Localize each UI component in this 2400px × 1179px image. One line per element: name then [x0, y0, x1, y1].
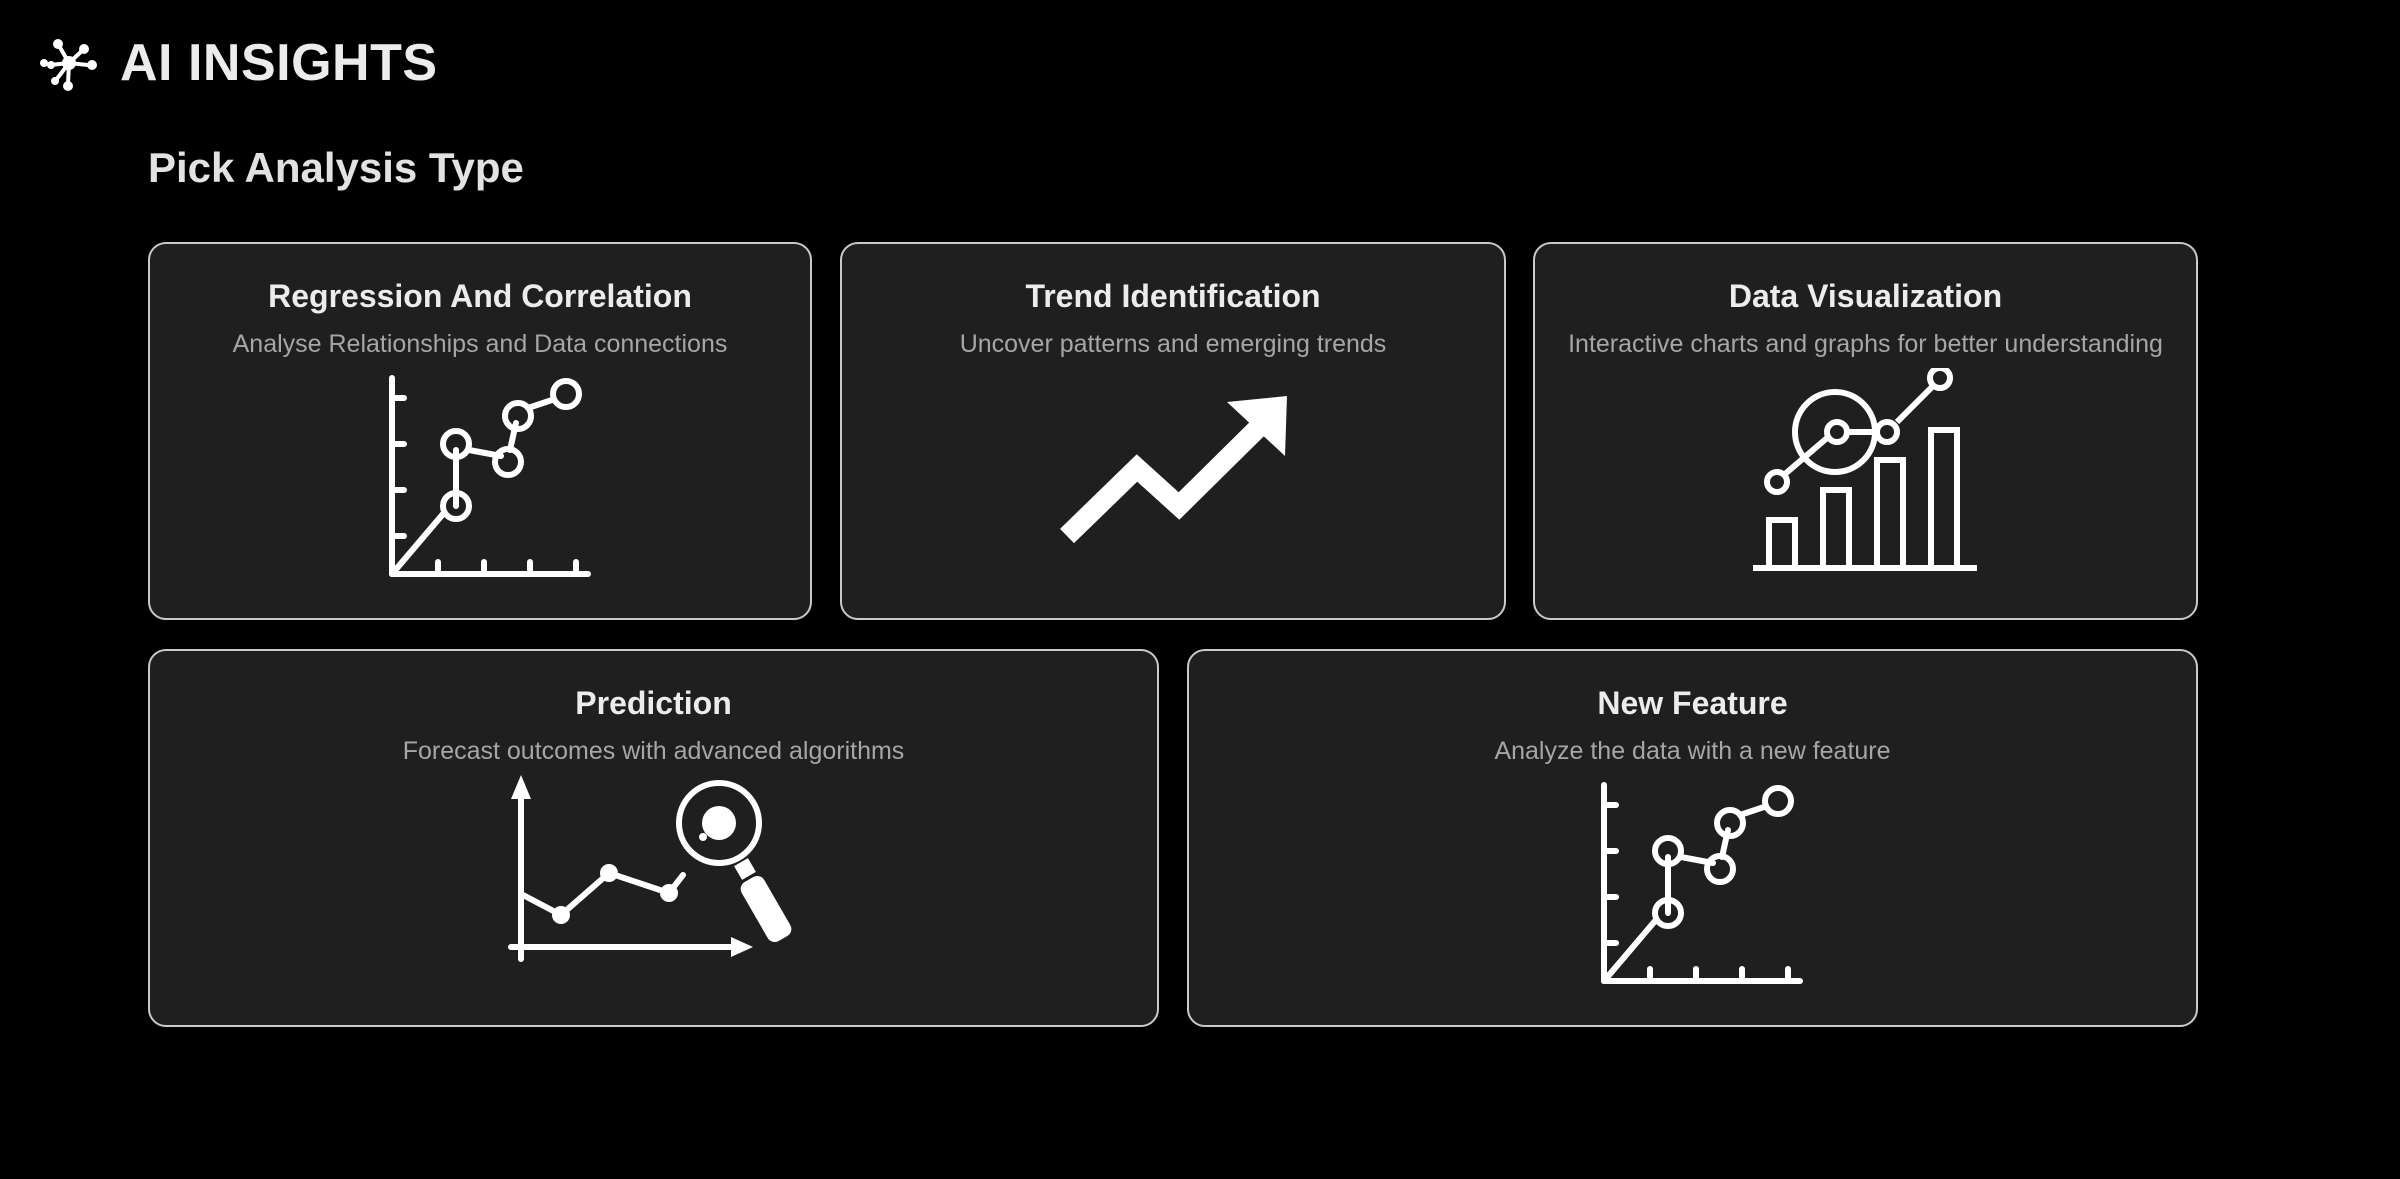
card-title: New Feature — [1597, 685, 1788, 721]
trend-identification-card[interactable]: Trend Identification Uncover patterns an… — [840, 242, 1506, 620]
card-description: Interactive charts and graphs for better… — [1568, 330, 2163, 358]
data-visualization-card[interactable]: Data Visualization Interactive charts an… — [1533, 242, 2198, 620]
new-feature-card[interactable]: New Feature Analyze the data with a new … — [1187, 649, 2198, 1027]
bar-chart-magnify-icon — [1753, 368, 1977, 571]
card-description: Forecast outcomes with advanced algorith… — [402, 737, 905, 765]
scatter-plot-icon — [389, 375, 591, 577]
trend-arrow-icon — [1060, 396, 1287, 544]
card-title: Data Visualization — [1728, 278, 2003, 314]
card-description: Analyze the data with a new feature — [1494, 737, 1891, 765]
card-description: Uncover patterns and emerging trends — [959, 330, 1387, 358]
forecast-magnifier-icon — [508, 775, 792, 962]
page-title: Pick Analysis Type — [148, 144, 524, 191]
card-title: Trend Identification — [1025, 278, 1321, 314]
card-title: Prediction — [575, 685, 732, 721]
card-title: Regression And Correlation — [268, 278, 692, 314]
brand-header[interactable]: AI INSIGHTS — [38, 28, 438, 98]
prediction-card[interactable]: Prediction Forecast outcomes with advanc… — [148, 649, 1159, 1027]
scatter-plot-icon — [1601, 782, 1803, 984]
app-root: AI INSIGHTS Pick Analysis Type Regressio… — [0, 0, 2400, 1179]
regression-correlation-card[interactable]: Regression And Correlation Analyse Relat… — [148, 242, 812, 620]
app-title: AI INSIGHTS — [120, 34, 438, 92]
card-description: Analyse Relationships and Data connectio… — [232, 330, 728, 358]
network-nodes-icon — [40, 39, 97, 91]
